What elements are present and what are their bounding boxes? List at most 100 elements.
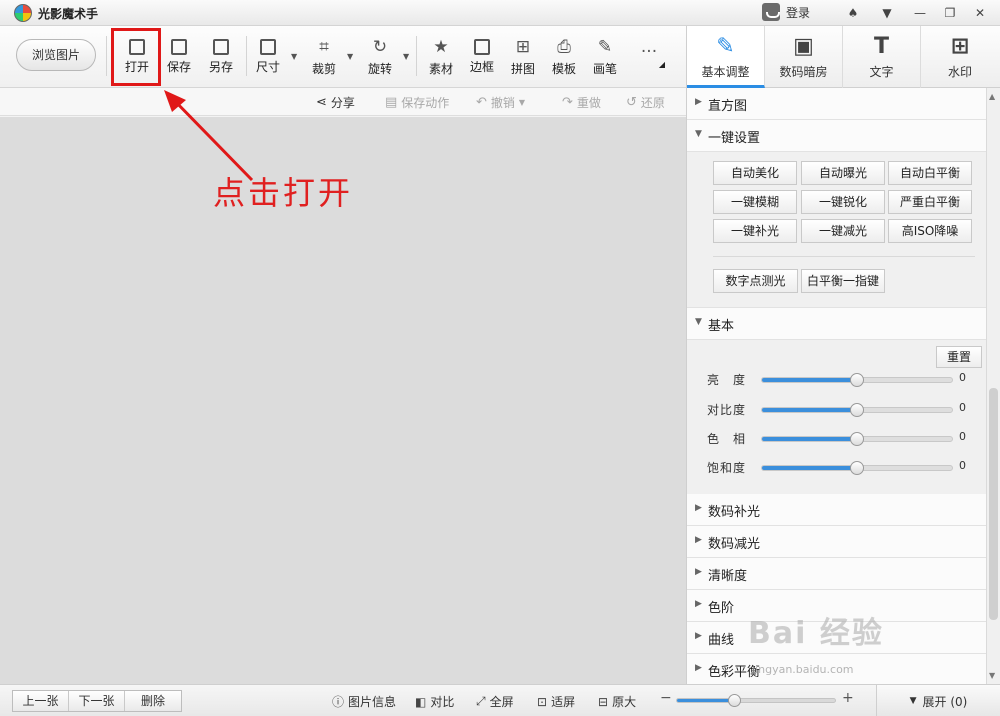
- main-toolbar: 浏览图片 打开 保存 另存 尺寸 ▼ ⌗ 裁剪 ▼ ↻ 旋转 ▼ ★ 素材 边框…: [0, 26, 686, 88]
- compare-button[interactable]: ◧ 对比: [415, 693, 454, 710]
- prev-image-button[interactable]: 上一张: [13, 691, 69, 711]
- close-icon[interactable]: ✕: [970, 4, 990, 22]
- auto-exposure-button[interactable]: 自动曝光: [801, 161, 885, 185]
- save-as-button[interactable]: 另存: [201, 32, 241, 84]
- section-fill-light[interactable]: ▶ 数码补光: [687, 494, 987, 526]
- rotate-label: 旋转: [367, 62, 392, 76]
- size-dropdown-arrow[interactable]: ▼: [291, 52, 297, 61]
- restore-label: 还原: [640, 96, 665, 110]
- crop-dropdown-arrow[interactable]: ▼: [347, 52, 353, 61]
- section-clarity[interactable]: ▶ 清晰度: [687, 558, 987, 590]
- image-info-button[interactable]: ⓘ 图片信息: [332, 693, 396, 710]
- tab-watermark[interactable]: ⊞ 水印: [921, 26, 999, 88]
- tab-basic-adjust[interactable]: ✎ 基本调整: [687, 26, 765, 88]
- scrollbar-thumb[interactable]: [989, 388, 998, 620]
- scroll-up-icon[interactable]: ▲: [989, 92, 995, 101]
- section-histogram[interactable]: ▶ 直方图: [687, 88, 987, 120]
- size-button[interactable]: 尺寸: [248, 32, 288, 84]
- delete-button[interactable]: 删除: [125, 691, 181, 711]
- camera-icon: ▣: [793, 34, 814, 59]
- collage-button[interactable]: ⊞ 拼图: [503, 32, 543, 84]
- zoom-slider[interactable]: [676, 694, 836, 707]
- severe-white-balance-button[interactable]: 严重白平衡: [888, 190, 972, 214]
- high-iso-denoise-button[interactable]: 高ISO降噪: [888, 219, 972, 243]
- zoom-in-icon[interactable]: +: [842, 690, 854, 706]
- material-button[interactable]: ★ 素材: [421, 32, 461, 84]
- app-title: 光影魔术手: [38, 7, 99, 21]
- slider-thumb[interactable]: [850, 403, 864, 417]
- section-basic[interactable]: ▼ 基本: [687, 308, 987, 340]
- auto-beautify-button[interactable]: 自动美化: [713, 161, 797, 185]
- slider-thumb[interactable]: [850, 461, 864, 475]
- share-button[interactable]: ⋖ 分享: [316, 94, 355, 111]
- frame-icon: [474, 39, 490, 55]
- contrast-slider[interactable]: [761, 403, 953, 417]
- section-title: 色阶: [708, 601, 735, 616]
- maximize-icon[interactable]: ❐: [940, 4, 960, 22]
- fullscreen-button[interactable]: ⤢ 全屏: [476, 693, 514, 710]
- saturation-slider[interactable]: [761, 461, 953, 475]
- shirt-icon[interactable]: ♠: [843, 4, 863, 22]
- rotate-dropdown-arrow[interactable]: ▼: [403, 52, 409, 61]
- panel-scrollbar[interactable]: ▲ ▼: [986, 88, 1000, 684]
- slider-thumb[interactable]: [850, 373, 864, 387]
- one-click-reduce-light-button[interactable]: 一键减光: [801, 219, 885, 243]
- undo-button[interactable]: ↶ 撤销 ▼: [476, 94, 525, 111]
- section-oneclick[interactable]: ▼ 一键设置: [687, 120, 987, 152]
- border-label: 边框: [469, 60, 494, 74]
- expand-arrow-icon: ▼: [909, 696, 917, 706]
- scroll-down-icon[interactable]: ▼: [989, 671, 995, 680]
- one-click-blur-button[interactable]: 一键模糊: [713, 190, 797, 214]
- section-title: 曲线: [708, 633, 735, 648]
- hue-slider[interactable]: [761, 432, 953, 446]
- tab-digital-darkroom[interactable]: ▣ 数码暗房: [765, 26, 843, 88]
- brightness-slider[interactable]: [761, 373, 953, 387]
- more-button[interactable]: ... ◢: [629, 32, 669, 84]
- spot-metering-button[interactable]: 数字点测光: [713, 269, 798, 293]
- white-balance-finger-button[interactable]: 白平衡一指键: [801, 269, 885, 293]
- save-as-icon: [213, 39, 229, 55]
- fit-screen-button[interactable]: ⊡ 适屏: [537, 693, 575, 710]
- slider-thumb[interactable]: [850, 432, 864, 446]
- undo-dropdown-icon[interactable]: ▼: [519, 98, 525, 107]
- one-click-fill-light-button[interactable]: 一键补光: [713, 219, 797, 243]
- crop-button[interactable]: ⌗ 裁剪: [304, 32, 344, 84]
- redo-button[interactable]: ↷ 重做: [562, 94, 601, 111]
- saturation-label: 饱和度: [707, 461, 747, 475]
- toolbar-divider: [106, 36, 107, 76]
- browse-images-button[interactable]: 浏览图片: [16, 39, 96, 71]
- original-size-button[interactable]: ⊟ 原大: [598, 693, 636, 710]
- reset-button[interactable]: 重置: [936, 346, 982, 368]
- rotate-button[interactable]: ↻ 旋转: [360, 32, 400, 84]
- login-label: 登录: [786, 5, 811, 20]
- auto-white-balance-button[interactable]: 自动白平衡: [888, 161, 972, 185]
- expand-caret-icon: ▶: [695, 503, 702, 513]
- slider-fill: [762, 408, 857, 412]
- section-title: 基本: [708, 319, 735, 334]
- tab-label: 文字: [869, 65, 894, 79]
- login-button[interactable]: 登录: [762, 3, 810, 21]
- save-as-label: 另存: [208, 60, 233, 74]
- border-button[interactable]: 边框: [462, 32, 502, 84]
- save-action-button[interactable]: ▤ 保存动作: [385, 94, 449, 111]
- image-info-label: 图片信息: [348, 695, 397, 709]
- template-button[interactable]: ⎙ 模板: [544, 32, 584, 84]
- expand-button[interactable]: ▼ 展开 (0): [876, 685, 1000, 716]
- zoom-out-icon[interactable]: −: [660, 690, 672, 706]
- section-reduce-light[interactable]: ▶ 数码减光: [687, 526, 987, 558]
- collapse-caret-icon: ▼: [695, 129, 702, 139]
- original-size-icon: ⊟: [598, 694, 609, 709]
- crop-label: 裁剪: [311, 62, 336, 76]
- tab-text[interactable]: T 文字: [843, 26, 921, 88]
- app-logo-icon: [14, 4, 32, 22]
- menu-icon[interactable]: ▼: [877, 4, 897, 22]
- zoom-thumb[interactable]: [727, 694, 741, 707]
- minimize-icon[interactable]: —: [910, 4, 930, 22]
- next-image-button[interactable]: 下一张: [69, 691, 125, 711]
- one-click-sharpen-button[interactable]: 一键锐化: [801, 190, 885, 214]
- brush-button[interactable]: ✎ 画笔: [585, 32, 625, 84]
- save-button[interactable]: 保存: [159, 32, 199, 84]
- tab-label: 数码暗房: [779, 65, 828, 79]
- undo-icon: ↶: [476, 95, 487, 110]
- restore-button[interactable]: ↺ 还原: [626, 94, 665, 111]
